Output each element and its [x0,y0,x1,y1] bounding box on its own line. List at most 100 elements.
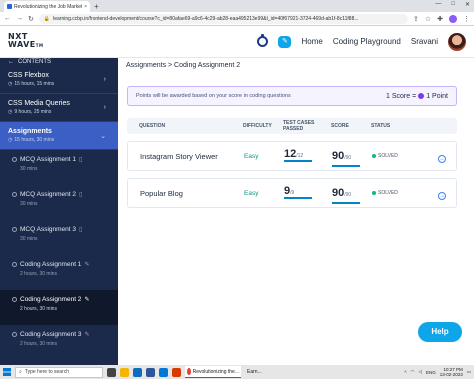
item-title: MCQ Assignment 3 [20,226,76,233]
avatar[interactable] [448,32,466,51]
tab-title: Revolutionizing the Job Market | [14,3,83,10]
pencil-icon: ✎ [84,297,90,303]
star-icon[interactable]: ☆ [425,15,431,23]
score-value: 90/90 [332,183,372,204]
contents-label: CONTENTS [18,59,51,65]
chevron-up-icon[interactable]: ^ [404,370,406,375]
clock[interactable]: 10:27 PM 13-02-2023 [440,367,463,377]
tab-close-icon[interactable]: × [84,4,87,10]
header-nav: ✎ Home Coding Playground Sravani [257,32,466,51]
sidebar-section-css-media-queries[interactable]: CSS Media Queries ◷ 9 hours, 25 mins › [0,94,118,122]
question-name[interactable]: Popular Blog [128,189,244,198]
profile-icon[interactable] [449,14,457,23]
status-dot-icon [12,262,17,267]
date: 13-02-2023 [439,372,463,377]
section-duration: ◷ 9 hours, 25 mins [8,109,52,115]
logo-line-2: WAVE [8,40,36,49]
col-difficulty: DIFFICULTY [243,123,272,129]
table-row[interactable]: Popular Blog Easy 9/9 90/90 SOLVED → [127,178,457,208]
url-text: learning.ccbp.in/frontend-development/co… [53,15,359,22]
open-question-arrow-icon[interactable]: → [438,192,446,200]
close-window-button[interactable]: ✕ [465,1,470,8]
score-conversion: 1 Score = 1 Point [386,93,448,100]
reload-icon[interactable]: ↻ [28,15,34,23]
language-indicator[interactable]: ENG [426,370,436,375]
coding-playground-link[interactable]: Coding Playground [333,37,401,46]
test-cases-value: 9/9 [284,186,332,199]
taskbar-search-input[interactable]: ⌕ Type here to search [15,366,103,378]
chevron-down-icon: ⌄ [100,133,106,140]
minimize-button[interactable]: — [435,1,441,8]
item-duration: 2 hours, 30 mins [20,271,57,277]
windows-start-icon[interactable] [3,368,11,376]
question-name[interactable]: Instagram Story Viewer [128,152,244,161]
word-icon[interactable] [146,367,155,377]
url-field[interactable]: 🔒 learning.ccbp.in/frontend-development/… [38,13,408,24]
score-progress-bar [332,164,360,167]
window-controls: — □ ✕ [435,1,470,8]
notifications-icon[interactable]: ▭ [467,369,471,375]
item-duration: 2 hours, 30 mins [20,341,57,347]
sidebar-section-css-flexbox[interactable]: CSS Flexbox ◷ 15 hours, 15 mins › [0,66,118,94]
office-icon[interactable] [172,367,181,377]
collapse-icon[interactable]: ← [8,59,14,65]
status-badge: SOLVED [372,153,434,159]
item-duration: 30 mins [20,166,38,172]
status-dot-icon [12,297,17,302]
taskbar-second-title: Earn... [247,369,262,375]
points-info-banner: Points will be awarded based on your sco… [127,86,457,106]
new-tab-button[interactable]: + [94,1,99,12]
item-title: Coding Assignment 3 [20,331,82,338]
task-view-icon[interactable] [107,367,116,377]
forward-icon[interactable]: → [16,15,23,22]
contents-header[interactable]: ← CONTENTS [0,58,118,66]
difficulty-value: Easy [244,189,259,197]
sidebar-item-coding-assignment-2[interactable]: Coding Assignment 2 ✎ 2 hours, 30 mins [0,290,118,325]
item-title: MCQ Assignment 1 [20,156,76,163]
help-button[interactable]: Help [418,322,462,342]
open-question-arrow-icon[interactable]: → [438,155,446,163]
volume-icon[interactable]: ◁ [418,369,421,375]
section-duration: ◷ 15 hours, 30 mins [8,137,55,143]
taskbar-second-app[interactable]: Earn... [245,366,273,378]
clock-icon: ◷ [8,137,13,143]
back-icon[interactable]: ← [4,15,11,22]
home-link[interactable]: Home [301,37,322,46]
sidebar-item-mcq-assignment-3[interactable]: MCQ Assignment 3 ▯ 30 mins [0,220,118,255]
sidebar-section-assignments[interactable]: Assignments ◷ 15 hours, 30 mins ⌄ [0,122,118,150]
browser-tab[interactable]: Revolutionizing the Job Market | × [4,1,90,12]
points-info-text: Points will be awarded based on your sco… [136,93,291,99]
chat-icon[interactable]: ✎ [278,35,292,48]
file-explorer-icon[interactable] [120,367,129,377]
share-icon[interactable]: ⇪ [413,15,419,23]
system-tray: ^ ◠ ◁ ENG 10:27 PM 13-02-2023 ▭ [404,367,471,377]
difficulty-value: Easy [244,152,259,160]
clock-icon: ◷ [8,109,13,115]
wifi-icon[interactable]: ◠ [411,369,415,375]
edge-icon[interactable] [133,367,142,377]
table-row[interactable]: Instagram Story Viewer Easy 12/12 90/90 … [127,141,457,171]
user-name[interactable]: Sravani [411,37,438,46]
address-bar-row: ← → ↻ 🔒 learning.ccbp.in/frontend-develo… [0,12,474,26]
nxtwave-logo[interactable]: NXT WAVETM [8,33,44,50]
status-dot-icon [12,157,17,162]
streak-timer-icon[interactable] [257,34,269,47]
solved-dot-icon [372,191,376,195]
search-icon: ⌕ [19,369,22,375]
taskbar-chrome-app[interactable]: Revolutionizing the... [185,366,241,378]
table-header: QUESTION DIFFICULTY TEST CASES PASSED SCO… [127,118,457,134]
lock-icon: 🔒 [43,15,51,22]
maximize-button[interactable]: □ [451,1,455,8]
item-title: Coding Assignment 1 [20,261,82,268]
store-icon[interactable] [159,367,168,377]
sidebar-item-mcq-assignment-2[interactable]: MCQ Assignment 2 ▯ 30 mins [0,185,118,220]
sidebar-item-coding-assignment-1[interactable]: Coding Assignment 1 ✎ 2 hours, 30 mins [0,255,118,290]
col-status: STATUS [371,123,391,129]
extension-icon[interactable]: ✚ [437,15,443,23]
windows-taskbar: ⌕ Type here to search Revolutionizing th… [0,365,474,379]
test-cases-progress-bar [284,160,312,162]
menu-icon[interactable]: ⋮ [463,15,470,23]
sidebar-item-coding-assignment-3[interactable]: Coding Assignment 3 ✎ 2 hours, 30 mins [0,325,118,360]
status-dot-icon [12,227,17,232]
sidebar-item-mcq-assignment-1[interactable]: MCQ Assignment 1 ▯ 30 mins [0,150,118,185]
